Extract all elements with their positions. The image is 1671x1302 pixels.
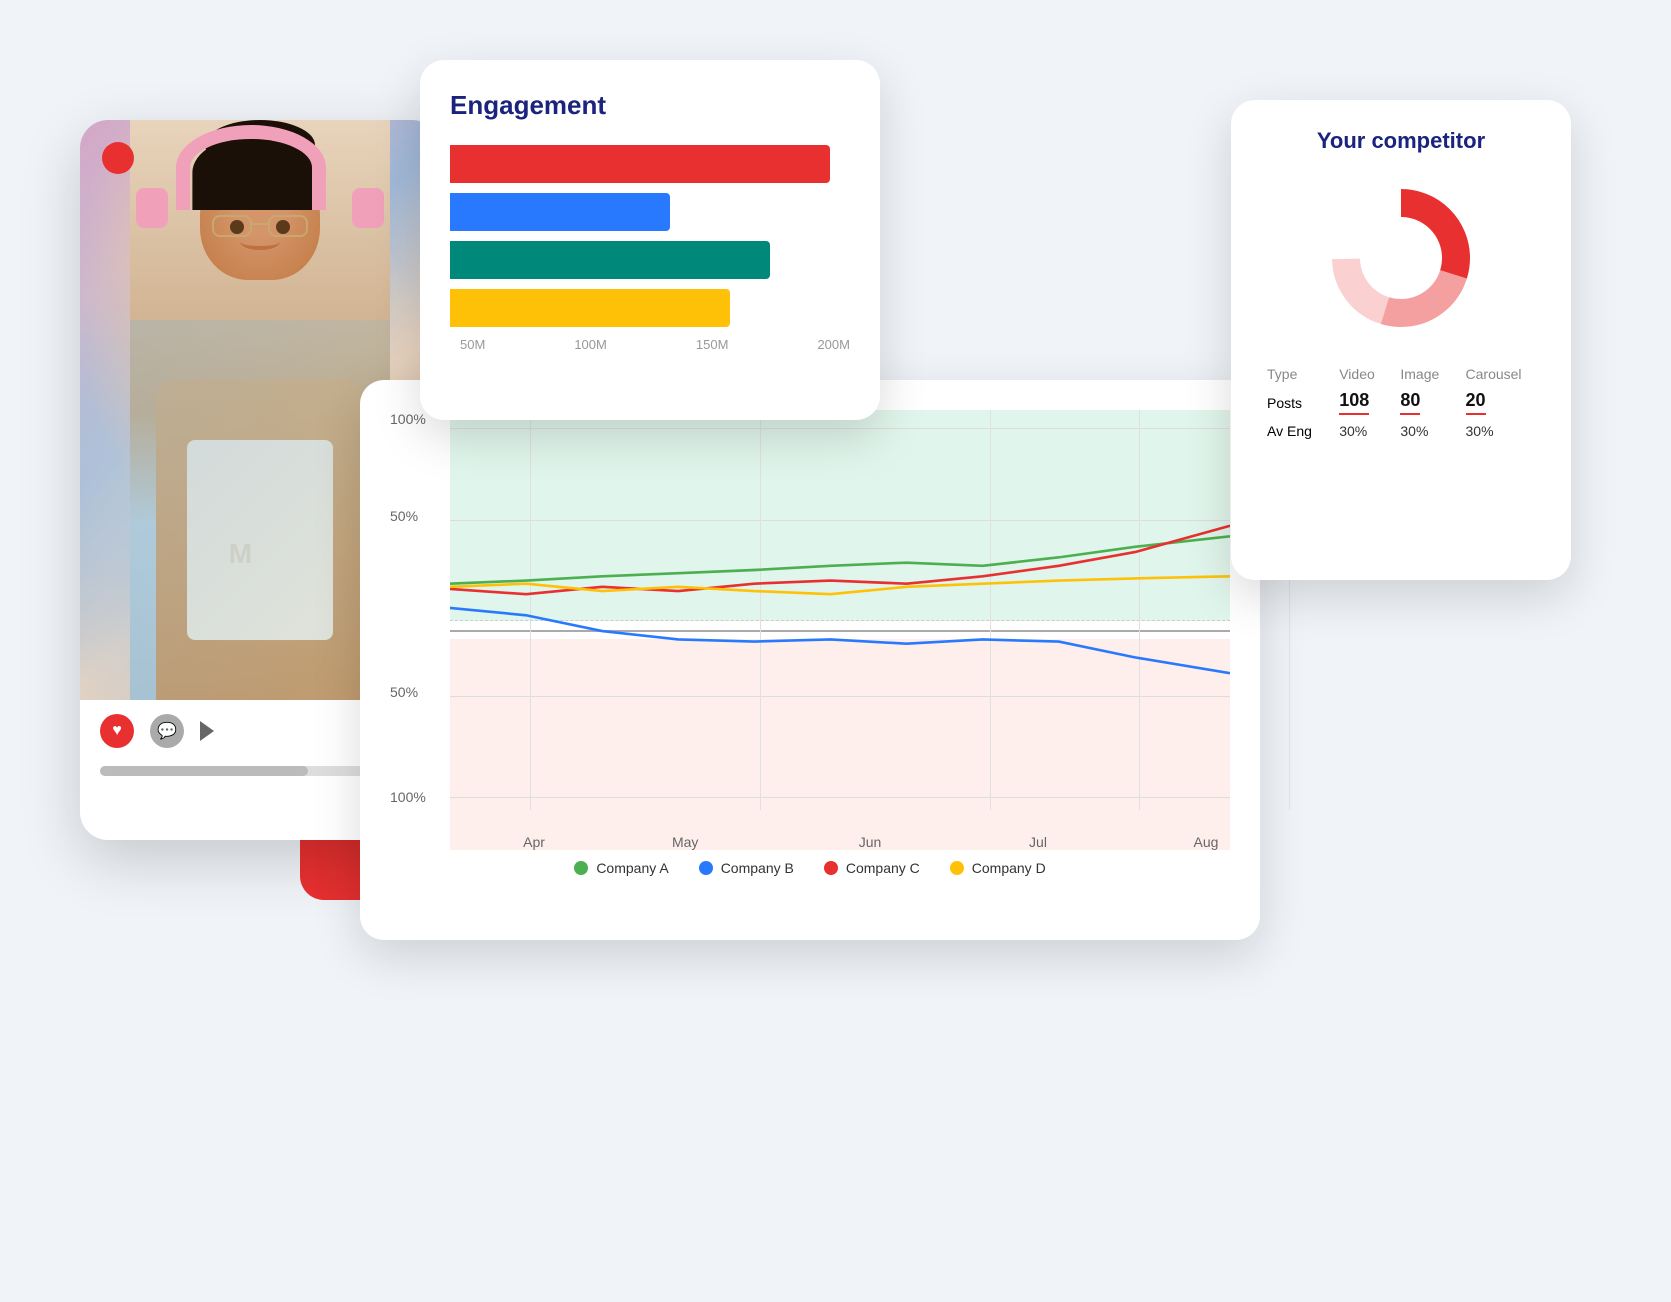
line-chart-card: 100% 50% 50% 100% (360, 380, 1260, 940)
engagement-card: Engagement 50M 100M 150M 200M (420, 60, 880, 420)
y-label-100-bot: 100% (390, 789, 426, 805)
bar-red (450, 145, 830, 183)
competitor-table: Type Video Image Carousel Posts 108 80 (1259, 362, 1543, 443)
bar-row-red (450, 145, 850, 183)
engagement-title: Engagement (450, 90, 850, 121)
bar-row-blue (450, 193, 850, 231)
row-label-aveng: Av Eng (1259, 419, 1331, 443)
x-label-jul: Jul (1029, 834, 1047, 850)
scene: M (0, 0, 1671, 1302)
x-label-150m: 150M (696, 337, 729, 352)
posts-carousel: 20 (1458, 386, 1543, 419)
x-label-100m: 100M (574, 337, 607, 352)
legend-label-b: Company B (721, 860, 794, 876)
y-label-50-top: 50% (390, 508, 418, 524)
aveng-carousel: 30% (1458, 419, 1543, 443)
posts-image: 80 (1392, 386, 1457, 419)
progress-fill (100, 766, 308, 776)
col-video: Video (1331, 362, 1392, 386)
heart-icon[interactable]: ♥ (100, 714, 134, 748)
aveng-video: 30% (1331, 419, 1392, 443)
legend-dot-c (824, 861, 838, 875)
bar-blue (450, 193, 670, 231)
bar-row-teal (450, 241, 850, 279)
table-row-posts: Posts 108 80 20 (1259, 386, 1543, 419)
record-dot (102, 142, 134, 174)
legend-company-b: Company B (699, 860, 794, 876)
competitor-card: Your competitor Type Video Image (1231, 100, 1571, 580)
col-carousel: Carousel (1458, 362, 1543, 386)
x-label-aug: Aug (1194, 834, 1219, 850)
line-chart-area: 100% 50% 50% 100% (390, 410, 1230, 850)
chart-legend: Company A Company B Company C Company D (390, 860, 1230, 876)
bar-chart: 50M 100M 150M 200M (450, 145, 850, 382)
bar-row-yellow (450, 289, 850, 327)
legend-dot-a (574, 861, 588, 875)
comment-icon[interactable]: 💬 (150, 714, 184, 748)
legend-label-c: Company C (846, 860, 920, 876)
bar-teal (450, 241, 770, 279)
line-chart-svg (450, 410, 1230, 810)
y-label-100-top: 100% (390, 411, 426, 427)
competitor-title: Your competitor (1259, 128, 1543, 154)
y-label-50-bot: 50% (390, 684, 418, 700)
legend-label-d: Company D (972, 860, 1046, 876)
legend-dot-d (950, 861, 964, 875)
legend-dot-b (699, 861, 713, 875)
x-label-apr: Apr (523, 834, 545, 850)
legend-company-d: Company D (950, 860, 1046, 876)
col-image: Image (1392, 362, 1457, 386)
x-label-jun: Jun (859, 834, 882, 850)
posts-video: 108 (1331, 386, 1392, 419)
donut-chart (1259, 178, 1543, 338)
legend-label-a: Company A (596, 860, 668, 876)
aveng-image: 30% (1392, 419, 1457, 443)
table-row-aveng: Av Eng 30% 30% 30% (1259, 419, 1543, 443)
legend-company-c: Company C (824, 860, 920, 876)
row-label-posts: Posts (1259, 386, 1331, 419)
bar-yellow (450, 289, 730, 327)
x-label-50m: 50M (460, 337, 485, 352)
chart-x-labels: 50M 100M 150M 200M (450, 337, 850, 352)
col-type: Type (1259, 362, 1331, 386)
x-label-may: May (672, 834, 698, 850)
legend-company-a: Company A (574, 860, 668, 876)
x-label-200m: 200M (817, 337, 850, 352)
share-icon[interactable] (200, 721, 214, 741)
